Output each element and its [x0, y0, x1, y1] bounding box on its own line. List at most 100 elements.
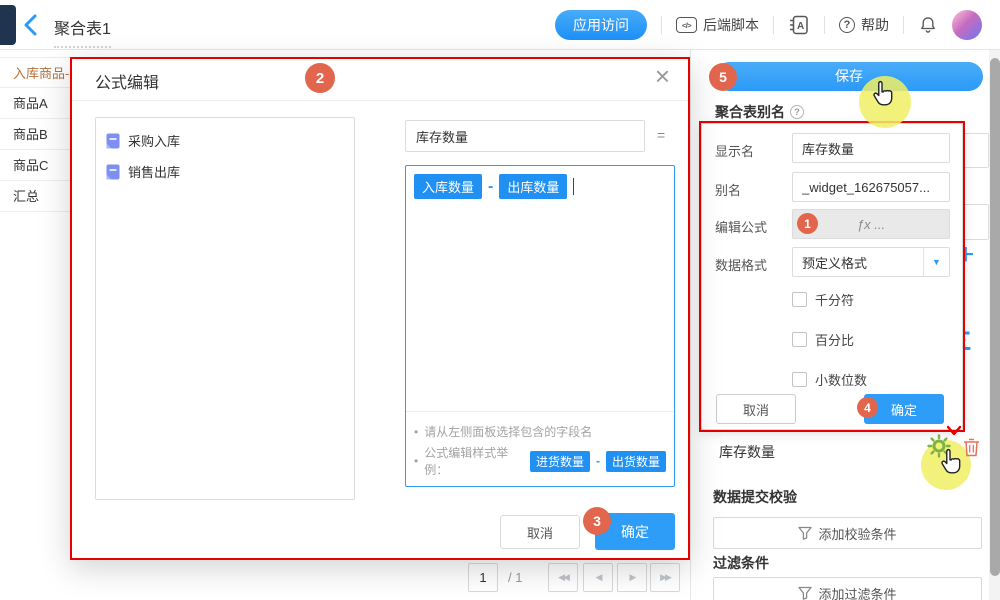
hint-text: 公式编辑样式举例： [424, 444, 524, 478]
formula-expression: 入库数量 - 出库数量 [406, 166, 674, 207]
field-name-label: 库存数量 [719, 442, 775, 462]
first-page-button[interactable]: ◀◀ [548, 563, 578, 592]
field-tag-outbound-qty[interactable]: 出库数量 [499, 174, 567, 199]
popup-cancel-button[interactable]: 取消 [716, 394, 796, 424]
sidebar-item-product-a[interactable]: 商品A [0, 88, 70, 119]
divider [70, 100, 690, 101]
add-filter-button[interactable]: 添加过滤条件 [713, 577, 982, 600]
right-panel: 保存 5 聚合表别名 ? + Σ 显示名 别名 编辑公式 ƒx ... [690, 50, 1000, 600]
page-total: / 1 [508, 570, 522, 585]
question-icon[interactable]: ? [790, 105, 804, 119]
text-caret [573, 178, 574, 195]
data-format-select[interactable]: 预定义格式 ▼ [792, 247, 950, 277]
trash-icon[interactable] [963, 438, 980, 462]
app-screen: 聚合表1 应用访问 </> 后端脚本 A ? 帮助 [0, 0, 1000, 600]
app-logo [0, 5, 16, 45]
page-title: 聚合表1 [54, 15, 111, 48]
funnel-icon [798, 586, 812, 600]
minus-operator: - [596, 454, 600, 468]
form-doc-icon [106, 133, 120, 149]
percentage-checkbox[interactable]: 百分比 [792, 330, 854, 349]
page-number: 1 [479, 570, 486, 585]
decimal-places-checkbox[interactable]: 小数位数 [792, 370, 867, 389]
user-avatar[interactable] [952, 10, 982, 40]
bell-icon [918, 14, 938, 36]
add-validation-label: 添加校验条件 [818, 524, 896, 543]
sidebar-item-product-b[interactable]: 商品B [0, 119, 70, 150]
modal-cancel-button[interactable]: 取消 [500, 515, 580, 549]
chevron-down-icon: ▼ [923, 248, 949, 276]
last-page-icon: ▶▶ [660, 572, 670, 583]
backend-script-button[interactable]: </> 后端脚本 [676, 15, 759, 35]
contacts-button[interactable]: A [788, 14, 810, 36]
display-name-input[interactable] [792, 133, 950, 163]
sidebar-item-product-c[interactable]: 商品C [0, 150, 70, 181]
data-format-label: 数据格式 [715, 255, 767, 274]
hint-line-1: • 请从左侧面板选择包含的字段名 [414, 423, 666, 440]
annotation-badge-1: 1 [797, 213, 818, 234]
divider [773, 16, 774, 34]
svg-text:A: A [797, 21, 804, 32]
annotation-badge-4: 4 [857, 397, 878, 418]
notifications-button[interactable] [918, 14, 938, 36]
hint-line-2: • 公式编辑样式举例： 进货数量 - 出货数量 [414, 444, 666, 478]
filter-section-title: 过滤条件 [713, 553, 769, 573]
alias-label: 别名 [715, 180, 741, 199]
example-tag: 出货数量 [606, 451, 666, 472]
formula-hints: • 请从左侧面板选择包含的字段名 • 公式编辑样式举例： 进货数量 - 出货数量 [406, 411, 674, 486]
edit-formula-label: 编辑公式 [715, 217, 767, 236]
next-page-button[interactable]: ▶ [617, 563, 647, 592]
equals-sign: = [657, 127, 665, 143]
sidebar-item-summary[interactable]: 汇总 [0, 181, 70, 212]
back-button[interactable] [22, 13, 42, 37]
divider [661, 16, 662, 34]
bullet: • [414, 425, 418, 439]
scrollbar[interactable] [989, 50, 1000, 600]
save-button[interactable]: 保存 [715, 62, 983, 91]
backend-script-label: 后端脚本 [703, 15, 759, 35]
scrollbar-thumb[interactable] [990, 58, 1000, 576]
divider [903, 16, 904, 34]
help-button[interactable]: ? 帮助 [839, 15, 889, 35]
page-number-input[interactable]: 1 [468, 563, 498, 592]
modal-title: 公式编辑 [95, 69, 159, 93]
example-tag: 进货数量 [530, 451, 590, 472]
source-item-purchase-inbound[interactable]: 采购入库 [96, 125, 354, 156]
next-page-icon: ▶ [630, 572, 635, 583]
display-name-label: 显示名 [715, 141, 754, 160]
bullet: • [414, 454, 418, 468]
prev-page-button[interactable]: ◀ [583, 563, 613, 592]
data-format-value: 预定义格式 [793, 253, 923, 272]
formula-editor[interactable]: 入库数量 - 出库数量 • 请从左侧面板选择包含的字段名 • 公式编辑样式举例：… [405, 165, 675, 487]
source-item-label: 采购入库 [128, 131, 180, 150]
annotation-badge-2: 2 [305, 63, 335, 93]
add-filter-label: 添加过滤条件 [818, 584, 896, 600]
help-icon: ? [839, 17, 855, 33]
alias-section-title: 聚合表别名 ? [715, 102, 804, 122]
help-label: 帮助 [861, 15, 889, 35]
source-item-sales-outbound[interactable]: 销售出库 [96, 156, 354, 187]
alias-input[interactable] [792, 172, 950, 202]
cursor-icon [937, 448, 963, 481]
checkbox-label: 千分符 [815, 290, 854, 309]
thousands-separator-checkbox[interactable]: 千分符 [792, 290, 854, 309]
fx-label: ƒx ... [857, 217, 885, 232]
sidebar-item-inbound-product[interactable]: 入库商品- [0, 57, 70, 88]
topbar-actions: 应用访问 </> 后端脚本 A ? 帮助 [555, 0, 982, 50]
field-tag-inbound-qty[interactable]: 入库数量 [414, 174, 482, 199]
formula-name-input[interactable] [405, 120, 645, 152]
contacts-icon: A [788, 14, 810, 36]
app-access-button[interactable]: 应用访问 [555, 10, 647, 40]
checkbox-label: 百分比 [815, 330, 854, 349]
source-item-label: 销售出库 [128, 162, 180, 181]
cursor-icon [869, 80, 895, 113]
checkbox-icon [792, 332, 807, 347]
close-icon[interactable]: × [655, 63, 670, 89]
annotation-badge-3: 3 [583, 507, 611, 535]
hint-text: 请从左侧面板选择包含的字段名 [424, 423, 592, 440]
minus-operator: - [488, 178, 493, 196]
add-validation-button[interactable]: 添加校验条件 [713, 517, 982, 549]
checkbox-icon [792, 372, 807, 387]
last-page-button[interactable]: ▶▶ [650, 563, 680, 592]
funnel-icon [798, 526, 812, 540]
